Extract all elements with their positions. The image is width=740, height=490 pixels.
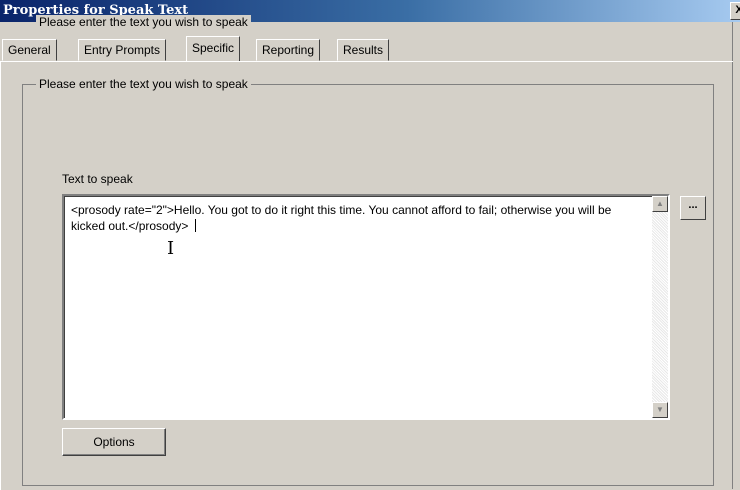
group-legend: Please enter the text you wish to speak: [36, 15, 251, 29]
options-button[interactable]: Options: [62, 428, 166, 456]
browse-ellipsis-button[interactable]: ...: [680, 196, 706, 220]
tab-results[interactable]: Results: [337, 39, 390, 61]
group-legend-label: Please enter the text you wish to speak: [36, 77, 251, 91]
text-caret: [194, 219, 196, 232]
text-to-speak-value: <prosody rate="2">Hello. You got to do i…: [71, 203, 615, 233]
text-to-speak-label: Text to speak: [62, 172, 133, 186]
vertical-scrollbar[interactable]: ▲ ▼: [652, 196, 668, 418]
tab-entry-prompts[interactable]: Entry Prompts: [78, 39, 167, 61]
tab-reporting[interactable]: Reporting: [256, 39, 321, 61]
down-arrow-icon[interactable]: ▼: [652, 402, 668, 418]
text-cursor-icon: I: [167, 238, 175, 259]
close-button[interactable]: X: [730, 2, 740, 20]
tab-strip: General Entry Prompts Specific Reporting…: [0, 36, 733, 62]
text-to-speak-field[interactable]: <prosody rate="2">Hello. You got to do i…: [62, 194, 670, 420]
window-edge: [732, 22, 740, 489]
up-arrow-icon[interactable]: ▲: [652, 196, 668, 212]
tab-specific[interactable]: Specific: [186, 36, 241, 61]
tab-general[interactable]: General: [2, 39, 57, 61]
